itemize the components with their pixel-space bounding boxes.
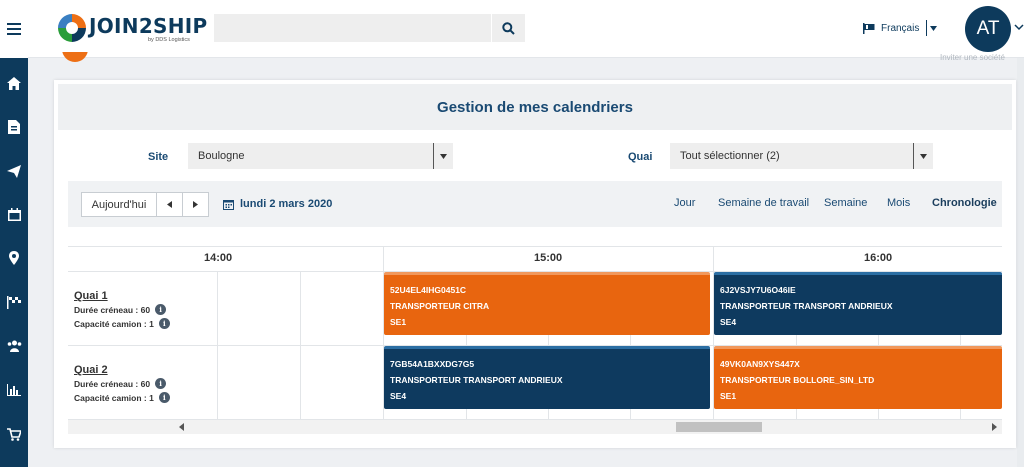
users-icon[interactable] bbox=[0, 331, 28, 361]
grid-line bbox=[300, 271, 301, 419]
caret-down-icon bbox=[913, 143, 933, 169]
horizontal-scrollbar[interactable] bbox=[68, 420, 1002, 434]
info-icon[interactable]: i bbox=[158, 392, 170, 403]
logo-swirl-icon bbox=[58, 14, 86, 42]
current-date: lundi 2 mars 2020 bbox=[240, 198, 333, 210]
brand-logo[interactable]: JOIN2SHIP by DDS Logistics bbox=[56, 10, 216, 46]
menu-icon[interactable] bbox=[0, 0, 28, 58]
view-work-week[interactable]: Semaine de travail bbox=[718, 197, 809, 209]
event-code: SE4 bbox=[390, 391, 407, 401]
calendar-icon[interactable] bbox=[0, 199, 28, 229]
site-select[interactable]: Boulogne bbox=[188, 143, 453, 169]
quai-label: Quai bbox=[628, 151, 653, 163]
time-header: 14:00 bbox=[204, 252, 233, 264]
event-id: 49VK0AN9XYS447X bbox=[720, 359, 800, 369]
appointment-event[interactable]: 52U4EL4IHG0451C TRANSPORTEUR CITRA SE1 bbox=[384, 272, 710, 335]
send-icon[interactable] bbox=[0, 156, 28, 186]
resource-duration: Durée créneau : 60 i bbox=[74, 304, 167, 315]
resource-capacity: Capacité camion : 1 i bbox=[74, 392, 170, 403]
time-header: 16:00 bbox=[864, 252, 893, 264]
event-carrier: TRANSPORTEUR TRANSPORT ANDRIEUX bbox=[720, 301, 893, 311]
info-icon[interactable]: i bbox=[155, 378, 167, 389]
site-value: Boulogne bbox=[198, 150, 245, 162]
background-link: Inviter une société bbox=[940, 53, 1005, 62]
previous-button[interactable] bbox=[156, 192, 183, 217]
arrow-right-icon bbox=[193, 201, 198, 208]
brand-name: JOIN2SHIP bbox=[89, 14, 208, 38]
today-button[interactable]: Aujourd'hui bbox=[81, 192, 157, 217]
caret-down-icon bbox=[433, 143, 453, 169]
language-divider bbox=[926, 20, 928, 36]
home-icon[interactable] bbox=[0, 68, 28, 98]
view-week[interactable]: Semaine bbox=[824, 197, 867, 209]
top-bar: JOIN2SHIP by DDS Logistics Français AT bbox=[28, 0, 1024, 58]
date-picker[interactable]: lundi 2 mars 2020 bbox=[223, 198, 332, 210]
calendar-card: Gestion de mes calendriers Site Boulogne… bbox=[54, 80, 1016, 448]
grid-line bbox=[68, 246, 1002, 247]
scrollbar-thumb[interactable] bbox=[676, 422, 762, 432]
search-button[interactable] bbox=[491, 14, 525, 42]
event-carrier: TRANSPORTEUR TRANSPORT ANDRIEUX bbox=[390, 375, 563, 385]
event-carrier: TRANSPORTEUR CITRA bbox=[390, 301, 490, 311]
event-code: SE4 bbox=[720, 317, 737, 327]
info-icon[interactable]: i bbox=[158, 318, 170, 329]
cart-icon[interactable] bbox=[0, 419, 28, 449]
page-title: Gestion de mes calendriers bbox=[58, 84, 1012, 130]
location-icon[interactable] bbox=[0, 243, 28, 273]
language-selector[interactable]: Français bbox=[863, 20, 938, 36]
timeline-grid: 14:00 15:00 16:00 Quai 1 Durée créneau :… bbox=[68, 227, 1002, 432]
resource-capacity-text: Capacité camion : 1 bbox=[74, 392, 154, 403]
scroll-right-icon[interactable] bbox=[990, 423, 998, 431]
resource-duration: Durée créneau : 60 i bbox=[74, 378, 167, 389]
resource-name[interactable]: Quai 2 bbox=[74, 364, 108, 376]
chart-icon[interactable] bbox=[0, 375, 28, 405]
resource-duration-text: Durée créneau : 60 bbox=[74, 304, 151, 315]
caret-down-icon bbox=[930, 25, 938, 31]
event-code: SE1 bbox=[720, 391, 737, 401]
resource-name[interactable]: Quai 1 bbox=[74, 290, 108, 302]
info-icon[interactable]: i bbox=[155, 304, 167, 315]
brand-tagline: by DDS Logistics bbox=[148, 37, 190, 43]
scroll-left-icon[interactable] bbox=[178, 423, 186, 431]
calendar-icon bbox=[223, 199, 234, 210]
document-icon[interactable] bbox=[0, 112, 28, 142]
background-decoration bbox=[60, 52, 90, 64]
site-label: Site bbox=[148, 151, 169, 163]
event-id: 52U4EL4IHG0451C bbox=[390, 285, 467, 295]
quai-select[interactable]: Tout sélectionner (2) bbox=[670, 143, 933, 169]
appointment-event[interactable]: 7GB54A1BXXDG7G5 TRANSPORTEUR TRANSPORT A… bbox=[384, 346, 710, 409]
language-flag-icon bbox=[863, 22, 875, 34]
search-input[interactable] bbox=[214, 14, 491, 42]
appointment-event[interactable]: 6J2VSJY7U6O46IE TRANSPORTEUR TRANSPORT A… bbox=[714, 272, 1002, 335]
resource-capacity-text: Capacité camion : 1 bbox=[74, 318, 154, 329]
event-id: 7GB54A1BXXDG7G5 bbox=[390, 359, 475, 369]
view-month[interactable]: Mois bbox=[887, 197, 910, 209]
next-button[interactable] bbox=[182, 192, 209, 217]
event-id: 6J2VSJY7U6O46IE bbox=[720, 285, 796, 295]
view-day[interactable]: Jour bbox=[674, 197, 695, 209]
sidebar bbox=[0, 0, 28, 467]
page-scrollbar[interactable] bbox=[1017, 58, 1024, 467]
language-label: Français bbox=[881, 22, 920, 34]
appointment-event[interactable]: 49VK0AN9XYS447X TRANSPORTEUR BOLLORE_SIN… bbox=[714, 346, 1002, 409]
arrow-left-icon bbox=[167, 201, 172, 208]
grid-line bbox=[217, 271, 218, 419]
flag-icon[interactable] bbox=[0, 287, 28, 317]
resource-duration-text: Durée créneau : 60 bbox=[74, 378, 151, 389]
chevron-down-icon[interactable] bbox=[1014, 24, 1024, 31]
search-icon bbox=[502, 21, 515, 35]
avatar[interactable]: AT bbox=[965, 6, 1011, 52]
time-header: 15:00 bbox=[534, 252, 563, 264]
view-timeline[interactable]: Chronologie bbox=[932, 197, 997, 209]
event-carrier: TRANSPORTEUR BOLLORE_SIN_LTD bbox=[720, 375, 875, 385]
quai-value: Tout sélectionner (2) bbox=[680, 150, 780, 162]
event-code: SE1 bbox=[390, 317, 407, 327]
resource-capacity: Capacité camion : 1 i bbox=[74, 318, 170, 329]
scheduler-toolbar: Aujourd'hui lundi 2 mars 2020 Jour Semai… bbox=[68, 181, 1002, 227]
